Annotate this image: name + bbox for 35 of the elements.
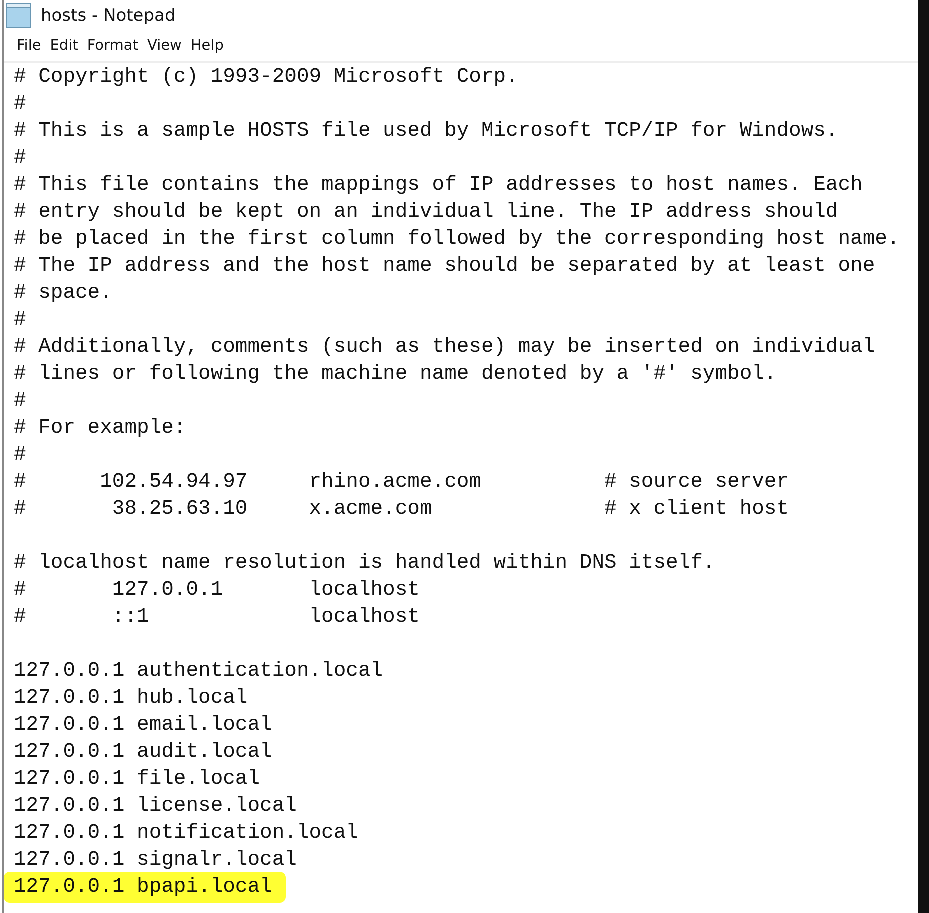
text-line: # Copyright (c) 1993-2009 Microsoft Corp. (14, 66, 518, 89)
text-line: # lines or following the machine name denoted by a '#' symbol. (14, 363, 777, 386)
text-line: # space. (14, 282, 112, 305)
text-line: # be placed in the first column followed by the corresponding host name. (14, 228, 900, 251)
menu-item[interactable]: Format (87, 38, 138, 54)
text-line: 127.0.0.1 email.local (14, 714, 272, 737)
text-line: 127.0.0.1 license.local (14, 795, 297, 818)
text-line: # 102.54.94.97 rhino.acme.com # source server (14, 471, 790, 494)
menu-item[interactable]: File (17, 38, 42, 54)
menu-item[interactable]: Help (190, 38, 224, 54)
text-line: # This is a sample HOSTS file used by Microsoft TCP/IP for Windows. (14, 120, 838, 143)
menu-item[interactable]: Edit (50, 38, 78, 54)
text-line: # The IP address and the host name should be separated by at least one (14, 255, 876, 278)
text-line: # ::1 localhost (14, 606, 420, 629)
text-line: # (14, 147, 26, 170)
text-line: # entry should be kept on an individual line. The IP address should (14, 201, 838, 224)
text-line: # (14, 390, 26, 413)
text-line: 127.0.0.1 signalr.local (14, 849, 297, 872)
text-line: # Additionally, comments (such as these) may be inserted on individual (14, 336, 876, 359)
notepad-icon (6, 2, 34, 28)
text-line: # 127.0.0.1 localhost (14, 579, 420, 602)
text-line: # For example: (14, 417, 186, 440)
text-line: # This file contains the mappings of IP addresses to host names. Each (14, 174, 863, 197)
text-line: # localhost name resolution is handled within DNS itself. (14, 552, 716, 575)
menu-item[interactable]: View (147, 38, 182, 54)
window-title: hosts - Notepad (41, 6, 176, 26)
text-line: 127.0.0.1 hub.local (14, 687, 248, 710)
text-line: 127.0.0.1 file.local (14, 768, 260, 791)
text-line: 127.0.0.1 notification.local (14, 822, 358, 845)
text-line: # 38.25.63.10 x.acme.com # x client host (14, 498, 790, 521)
text-line: 127.0.0.1 audit.local (14, 741, 272, 764)
text-line: # (14, 309, 26, 332)
text-line: # (14, 93, 26, 116)
text-line: 127.0.0.1 authentication.local (14, 660, 384, 683)
text-line: # (14, 444, 26, 467)
